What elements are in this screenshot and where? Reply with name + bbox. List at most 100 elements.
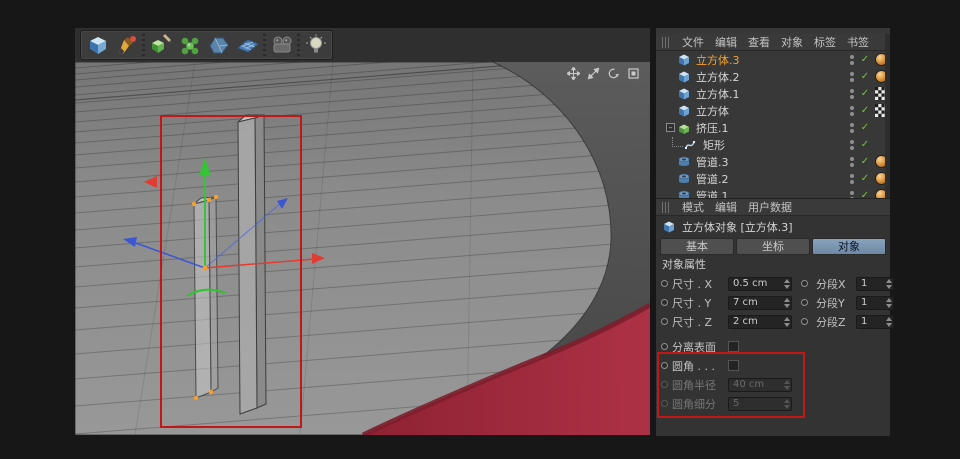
enabled-check-icon[interactable]: ✓ — [859, 122, 871, 133]
anim-dot[interactable] — [661, 318, 668, 325]
stepper[interactable] — [782, 316, 791, 328]
tube-object-icon — [677, 155, 692, 169]
tab-coords[interactable]: 坐标 — [736, 238, 810, 255]
enabled-check-icon[interactable]: ✓ — [859, 71, 871, 82]
menu-bookmarks[interactable]: 书签 — [847, 34, 869, 50]
modeling-tool-icon[interactable] — [146, 31, 175, 59]
panel-grip-icon[interactable] — [662, 36, 671, 48]
size-y-label: 尺寸 . Y — [672, 296, 712, 310]
menu-edit[interactable]: 编辑 — [715, 199, 737, 215]
object-row-cube[interactable]: 立方体 ✓ — [656, 102, 890, 119]
size-y-input[interactable]: 7 cm — [728, 295, 792, 310]
anim-dot — [661, 400, 668, 407]
visibility-toggles[interactable] — [850, 156, 854, 167]
menu-view[interactable]: 查看 — [748, 34, 770, 50]
separate-label: 分离表面 — [672, 340, 716, 354]
pan-icon[interactable] — [567, 67, 580, 80]
enabled-check-icon[interactable]: ✓ — [859, 88, 871, 99]
object-row-tube3[interactable]: 管道.3 ✓ — [656, 153, 890, 170]
visibility-toggles[interactable] — [850, 88, 854, 99]
anim-dot[interactable] — [801, 318, 808, 325]
seg-x-label: 分段X — [816, 277, 846, 291]
viewport-canvas[interactable] — [75, 62, 650, 435]
camera-tool-icon[interactable] — [267, 31, 296, 59]
menu-object[interactable]: 对象 — [781, 34, 803, 50]
enabled-check-icon[interactable]: ✓ — [859, 190, 871, 198]
enabled-check-icon[interactable]: ✓ — [859, 105, 871, 116]
array-generator-icon[interactable] — [175, 31, 204, 59]
stepper[interactable] — [884, 297, 893, 309]
visibility-toggles[interactable] — [850, 173, 854, 184]
menu-file[interactable]: 文件 — [682, 34, 704, 50]
stepper[interactable] — [782, 278, 791, 290]
tab-basic[interactable]: 基本 — [660, 238, 734, 255]
enabled-check-icon[interactable]: ✓ — [859, 156, 871, 167]
fillet-radius-input: 40 cm — [728, 377, 792, 392]
anim-dot[interactable] — [801, 299, 808, 306]
fillet-label: 圆角 . . . — [672, 359, 715, 373]
menu-mode[interactable]: 模式 — [682, 199, 704, 215]
visibility-toggles[interactable] — [850, 105, 854, 116]
anim-dot — [661, 381, 668, 388]
enabled-check-icon[interactable]: ✓ — [859, 139, 871, 150]
fillet-subdivision-input: 5 — [728, 396, 792, 411]
stepper[interactable] — [782, 297, 791, 309]
toolbar-separator — [263, 34, 266, 56]
menu-edit[interactable]: 编辑 — [715, 34, 737, 50]
object-row-cube3[interactable]: 立方体.3 ✓ — [656, 51, 890, 68]
stone-tool-icon[interactable] — [204, 31, 233, 59]
seg-x-input[interactable]: 1 — [856, 276, 894, 291]
stepper — [782, 398, 791, 410]
cube-object-icon — [677, 87, 692, 101]
size-x-input[interactable]: 0.5 cm — [728, 276, 792, 291]
visibility-toggles[interactable] — [850, 190, 854, 198]
size-z-label: 尺寸 . Z — [672, 315, 713, 329]
anim-dot[interactable] — [661, 343, 668, 350]
visibility-toggles[interactable] — [850, 122, 854, 133]
stepper[interactable] — [884, 278, 893, 290]
visibility-toggles[interactable] — [850, 71, 854, 82]
object-row-cube2[interactable]: 立方体.2 ✓ — [656, 68, 890, 85]
tab-object[interactable]: 对象 — [812, 238, 886, 255]
anim-dot[interactable] — [661, 280, 668, 287]
cube-primitive-icon[interactable] — [83, 31, 112, 59]
row-fillet-radius: 圆角半径 40 cm — [656, 375, 890, 394]
size-z-input[interactable]: 2 cm — [728, 314, 792, 329]
menu-tags[interactable]: 标签 — [814, 34, 836, 50]
separate-checkbox[interactable] — [728, 341, 739, 352]
main-toolbar — [75, 28, 650, 63]
visibility-toggles[interactable] — [850, 54, 854, 65]
object-label: 立方体.3 — [696, 53, 740, 67]
seg-y-input[interactable]: 1 — [856, 295, 894, 310]
object-row-tube2[interactable]: 管道.2 ✓ — [656, 170, 890, 187]
visibility-toggles[interactable] — [850, 139, 854, 150]
collapse-expander-icon[interactable]: – — [666, 123, 675, 132]
rotate-icon[interactable] — [607, 67, 620, 80]
enabled-check-icon[interactable]: ✓ — [859, 54, 871, 65]
anim-dot[interactable] — [661, 362, 668, 369]
object-list-scrollbar[interactable] — [885, 34, 890, 198]
cube-object-icon — [677, 53, 692, 67]
object-row-cube1[interactable]: 立方体.1 ✓ — [656, 85, 890, 102]
toggle-view-icon[interactable] — [627, 67, 640, 80]
object-row-extrude1[interactable]: – 挤压.1 ✓ — [656, 119, 890, 136]
paint-tool-icon[interactable] — [112, 31, 141, 59]
fillet-radius-label: 圆角半径 — [672, 378, 716, 392]
fillet-sub-label: 圆角细分 — [672, 397, 716, 411]
stepper[interactable] — [884, 316, 893, 328]
zoom-icon[interactable] — [587, 67, 600, 80]
left-pane — [75, 28, 650, 435]
fillet-checkbox[interactable] — [728, 360, 739, 371]
enabled-check-icon[interactable]: ✓ — [859, 173, 871, 184]
object-row-rectangle[interactable]: 矩形 ✓ — [656, 136, 890, 153]
anim-dot[interactable] — [661, 299, 668, 306]
panel-grip-icon[interactable] — [662, 201, 671, 213]
object-label: 矩形 — [703, 138, 725, 152]
plane-tool-icon[interactable] — [233, 31, 262, 59]
object-row-tube1-clipped[interactable]: 管道.1 ✓ — [656, 187, 890, 198]
viewport[interactable] — [75, 62, 650, 435]
anim-dot[interactable] — [801, 280, 808, 287]
seg-z-input[interactable]: 1 — [856, 314, 894, 329]
menu-userdata[interactable]: 用户数据 — [748, 199, 792, 215]
light-tool-icon[interactable] — [301, 31, 330, 59]
